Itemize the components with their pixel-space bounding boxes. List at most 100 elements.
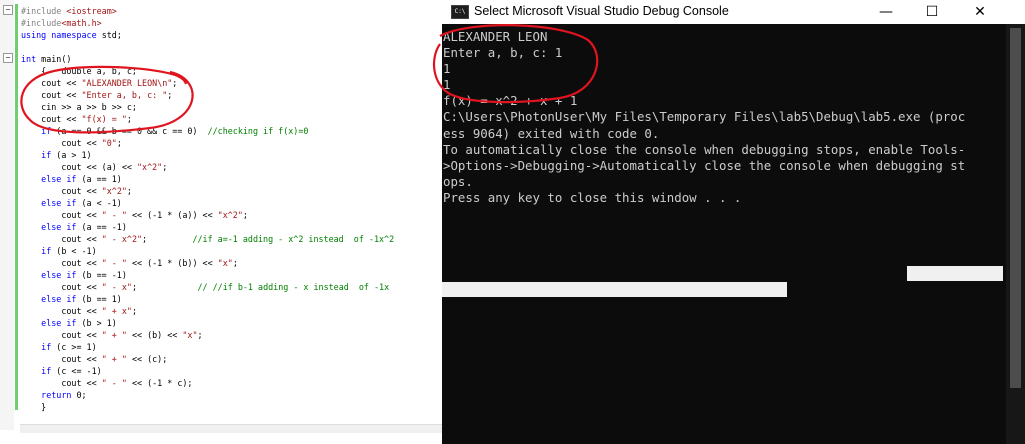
code-token: ; (126, 186, 132, 196)
code-token: else if (21, 198, 82, 208)
code-token: " - " (101, 378, 127, 388)
code-line[interactable]: int main() (21, 53, 394, 65)
code-token: cout << (21, 186, 102, 196)
code-line[interactable]: cout << " + " << (b) << "x"; (21, 329, 394, 341)
code-token: ; (242, 210, 248, 220)
code-token: ; (232, 258, 238, 268)
code-token: cout << (21, 258, 102, 268)
code-token: " - " (101, 210, 127, 220)
maximize-button[interactable]: ☐ (909, 0, 955, 24)
code-line[interactable]: cout << "f(x) = "; (21, 113, 394, 125)
code-token: "x^2" (217, 210, 243, 220)
code-token: ; (126, 114, 132, 124)
code-line[interactable]: cout << "0"; (21, 137, 394, 149)
code-token: << (-1 * (a)) << (126, 210, 218, 220)
source-code[interactable]: #include <iostream> #include<math.h> using… (21, 5, 394, 413)
code-token: #include (21, 18, 62, 28)
console-app-icon: C:\ (451, 5, 469, 19)
code-token: #include (21, 6, 67, 16)
code-token: (b == 1) (81, 294, 122, 304)
code-token: // //if b-1 adding - x instead of -1x (197, 282, 390, 292)
close-button[interactable]: ✕ (957, 0, 1003, 24)
code-token: " + " (101, 330, 127, 340)
code-editor[interactable]: − − #include <iostream> #include<math.h> u… (0, 0, 442, 444)
code-token: cout << (21, 306, 102, 316)
code-line[interactable]: cout << " - " << (-1 * c); (21, 377, 394, 389)
code-token: } (21, 402, 47, 412)
code-line[interactable]: cout << "Enter a, b, c: "; (21, 89, 394, 101)
code-line[interactable]: #include <iostream> (21, 5, 394, 17)
code-token: (b < -1) (56, 246, 97, 256)
code-line[interactable]: if (c >= 1) (21, 341, 394, 353)
code-line[interactable]: else if (a == 1) (21, 173, 394, 185)
debug-console-window[interactable]: C:\ Select Microsoft Visual Studio Debug… (442, 0, 1025, 444)
code-line[interactable]: if (c <= -1) (21, 365, 394, 377)
code-token: if (21, 366, 57, 376)
code-line[interactable]: else if (b == -1) (21, 269, 394, 281)
code-line[interactable]: cin >> a >> b >> c; (21, 101, 394, 113)
editor-horizontal-scrollbar[interactable] (20, 424, 442, 433)
code-line[interactable]: { double a, b, c; (21, 65, 394, 77)
code-line[interactable]: return 0; (21, 389, 394, 401)
code-token: (a == 0 && b == 0 && c == 0) (56, 126, 208, 136)
code-token: cout << (21, 282, 102, 292)
code-token: ; (116, 138, 122, 148)
code-token: main() (41, 54, 72, 64)
code-line[interactable] (21, 41, 394, 53)
code-token: cout << (21, 234, 102, 244)
code-token: if (21, 126, 57, 136)
code-line[interactable]: cout << " + x"; (21, 305, 394, 317)
code-token: (a == 1) (81, 174, 122, 184)
code-token: else if (21, 318, 82, 328)
code-token: "0" (101, 138, 117, 148)
code-token: cout << (21, 138, 102, 148)
code-token: ; (167, 90, 173, 100)
code-line[interactable]: cout << " + " << (c); (21, 353, 394, 365)
code-line[interactable]: cout << "ALEXANDER LEON\n"; (21, 77, 394, 89)
code-token: cout << (21, 90, 82, 100)
code-token: std; (101, 30, 122, 40)
code-line[interactable]: else if (b == 1) (21, 293, 394, 305)
console-titlebar[interactable]: C:\ Select Microsoft Visual Studio Debug… (442, 0, 1025, 24)
code-token: cout << (21, 378, 102, 388)
code-line[interactable]: else if (a < -1) (21, 197, 394, 209)
code-line[interactable]: using namespace std; (21, 29, 394, 41)
code-token: if (21, 342, 57, 352)
code-token: ; (131, 282, 198, 292)
code-token: int (21, 54, 42, 64)
code-line[interactable]: cout << " - " << (-1 * (a)) << "x^2"; (21, 209, 394, 221)
code-line[interactable]: cout << " - x"; // //if b-1 adding - x i… (21, 281, 394, 293)
code-line[interactable]: else if (b > 1) (21, 317, 394, 329)
code-token: cout << (21, 330, 102, 340)
code-token: ; (131, 306, 137, 316)
code-line[interactable]: if (a == 0 && b == 0 && c == 0) //checki… (21, 125, 394, 137)
code-token: //checking if f(x)=0 (207, 126, 309, 136)
code-line[interactable]: if (a > 1) (21, 149, 394, 161)
code-token: "x" (182, 330, 198, 340)
collapse-include-icon[interactable]: − (3, 5, 13, 15)
collapse-main-icon[interactable]: − (3, 53, 13, 63)
code-token: "x^2" (136, 162, 163, 172)
code-line[interactable]: cout << " - " << (-1 * (b)) << "x"; (21, 257, 394, 269)
code-token: else if (21, 294, 82, 304)
code-token: " + " (101, 354, 127, 364)
code-line[interactable]: } (21, 401, 394, 413)
console-vertical-scrollbar[interactable] (1006, 24, 1025, 444)
code-line[interactable]: else if (a == -1) (21, 221, 394, 233)
code-token: << (b) << (126, 330, 183, 340)
code-token: (b > 1) (81, 318, 117, 328)
code-line[interactable]: cout << (a) << "x^2"; (21, 161, 394, 173)
code-token: { double a, b, c; (21, 66, 137, 76)
code-token: " - " (101, 258, 127, 268)
minimize-button[interactable]: — (863, 0, 909, 24)
code-line[interactable]: #include<math.h> (21, 17, 394, 29)
code-token: << (-1 * c); (126, 378, 193, 388)
scrollbar-thumb[interactable] (1010, 28, 1021, 388)
code-token: "x^2" (101, 186, 127, 196)
code-line[interactable]: cout << " - x^2"; //if a=-1 adding - x^2… (21, 233, 394, 245)
code-token: cout << (21, 78, 82, 88)
code-token: ; (197, 330, 203, 340)
code-line[interactable]: if (b < -1) (21, 245, 394, 257)
code-token: <math.h> (61, 18, 102, 28)
code-line[interactable]: cout << "x^2"; (21, 185, 394, 197)
